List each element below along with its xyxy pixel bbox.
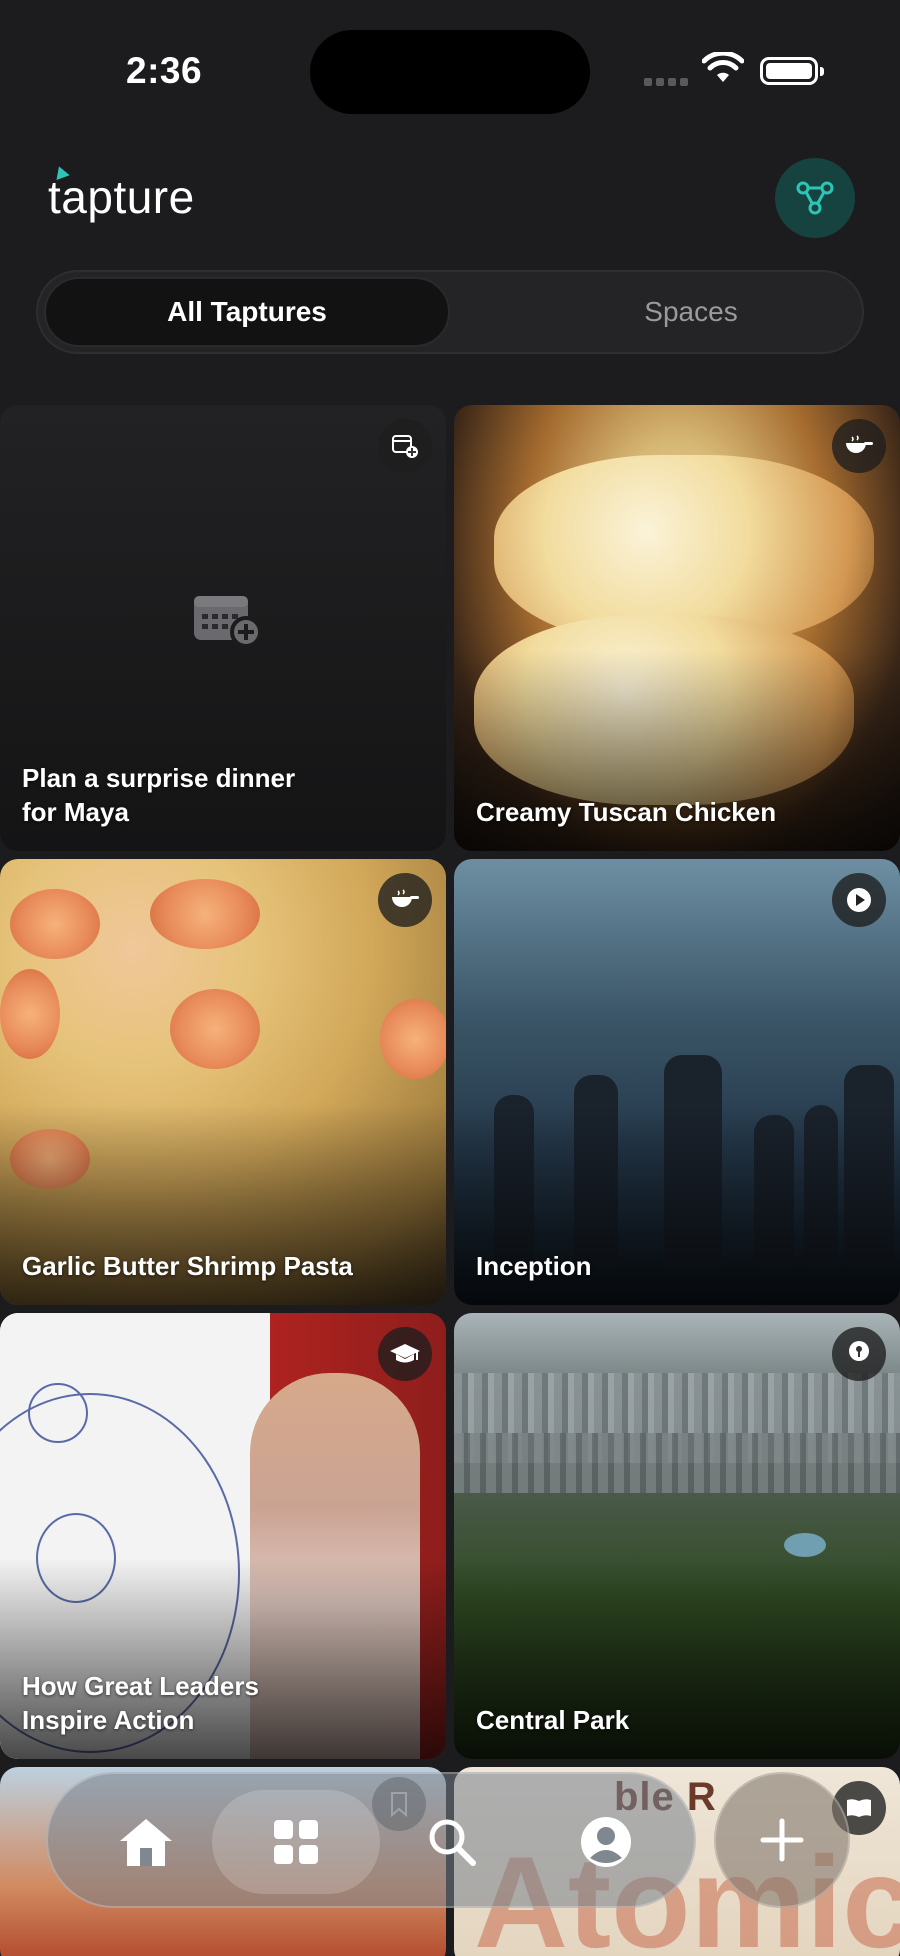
wifi-icon: [702, 52, 744, 82]
tapture-card[interactable]: Central Park: [454, 1313, 900, 1759]
card-title: Plan a surprise dinner for Maya: [22, 763, 296, 827]
tapture-card[interactable]: How Great Leaders Inspire Action: [0, 1313, 446, 1759]
bottom-navigation: [46, 1772, 696, 1908]
learning-badge: [378, 1327, 432, 1381]
app-name: tapture: [48, 171, 195, 223]
shrimp-image: [150, 879, 260, 949]
recipe-badge: [378, 873, 432, 927]
shrimp-image: [0, 969, 60, 1059]
segmented-control: All Taptures Spaces: [36, 270, 864, 354]
tab-all-taptures[interactable]: All Taptures: [44, 272, 450, 352]
card-title: Creamy Tuscan Chicken: [476, 797, 777, 827]
card-title: Garlic Butter Shrimp Pasta: [22, 1251, 353, 1281]
share-network-icon: [796, 181, 834, 215]
pan-icon: [392, 889, 419, 907]
calendar-badge: [378, 419, 432, 473]
shrimp-image: [170, 989, 260, 1069]
share-network-button[interactable]: [775, 158, 855, 238]
status-bar: 2:36: [0, 0, 900, 140]
location-pin-icon: [849, 1341, 869, 1361]
book-icon: [847, 1799, 871, 1817]
nav-profile[interactable]: [568, 1804, 644, 1880]
nav-home[interactable]: [108, 1804, 184, 1880]
shrimp-image: [10, 889, 100, 959]
profile-icon: [581, 1817, 631, 1867]
cellular-signal-icon: [644, 78, 690, 88]
shrimp-image: [380, 999, 446, 1079]
calendar-plus-icon: [194, 596, 262, 648]
card-title: Central Park: [476, 1705, 630, 1735]
battery-icon: [760, 57, 824, 85]
tapture-card[interactable]: Inception: [454, 859, 900, 1305]
recipe-badge: [832, 419, 886, 473]
park-pond: [784, 1533, 826, 1557]
status-time: 2:36: [126, 50, 203, 91]
card-title: Inception: [476, 1251, 592, 1281]
play-icon: [847, 888, 871, 912]
card-title: How Great Leaders Inspire Action: [22, 1671, 259, 1735]
search-icon: [429, 1819, 476, 1866]
app-logo: tapture: [48, 163, 195, 224]
home-icon: [120, 1819, 172, 1866]
calendar-plus-icon: [392, 435, 418, 458]
nav-spaces[interactable]: [212, 1790, 380, 1894]
dynamic-island: [310, 30, 590, 114]
tapture-card[interactable]: Creamy Tuscan Chicken: [454, 405, 900, 851]
tab-spaces[interactable]: Spaces: [484, 272, 898, 352]
video-badge: [832, 873, 886, 927]
nav-search[interactable]: [414, 1804, 490, 1880]
pan-icon: [846, 435, 873, 453]
plus-icon: [760, 1818, 804, 1862]
grid-icon: [274, 1820, 318, 1864]
tapture-card[interactable]: Garlic Butter Shrimp Pasta: [0, 859, 446, 1305]
graduation-cap-icon: [390, 1344, 420, 1363]
add-tapture-button[interactable]: [714, 1772, 850, 1908]
tapture-card[interactable]: Plan a surprise dinner for Maya: [0, 405, 446, 851]
place-badge: [832, 1327, 886, 1381]
